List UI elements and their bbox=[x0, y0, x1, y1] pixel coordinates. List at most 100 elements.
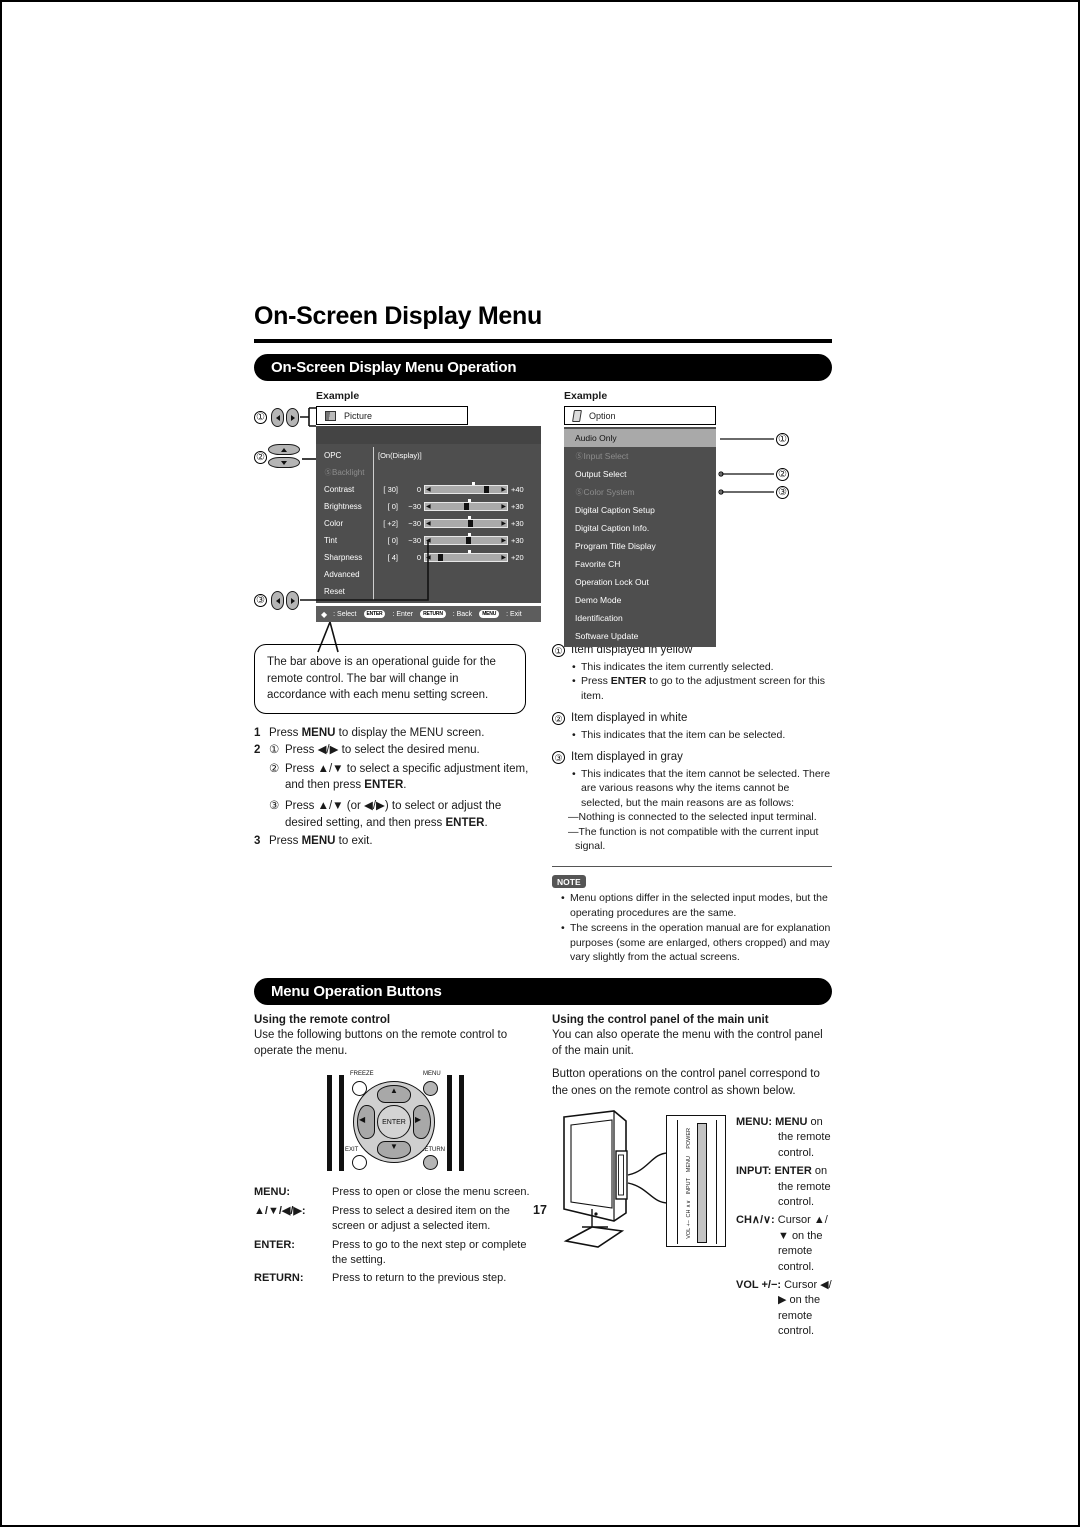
menu-item-brightness[interactable]: Brightness bbox=[324, 498, 373, 515]
option-icon bbox=[572, 409, 582, 422]
title-divider bbox=[254, 339, 832, 343]
enter-bold: ENTER bbox=[610, 675, 647, 688]
menu-item-contrast[interactable]: Contrast bbox=[324, 481, 373, 498]
contrast-thumb[interactable] bbox=[484, 486, 490, 493]
def-return-key: RETURN: bbox=[254, 1272, 304, 1285]
slider-right-arrow-icon: ▶ bbox=[501, 537, 506, 544]
note-badge: NOTE bbox=[552, 875, 586, 889]
left-right-key-art-1 bbox=[271, 408, 299, 427]
option-item-input-select: ⓈInput Select bbox=[564, 447, 716, 465]
callout-marker-2: ② bbox=[254, 451, 267, 464]
explanation-3-marker: ③ bbox=[552, 751, 565, 765]
option-menu-list: Audio Only ⓈInput Select Output Select Ⓢ… bbox=[564, 427, 716, 647]
tint-thumb[interactable] bbox=[466, 537, 471, 544]
slider-left-arrow-icon: ◀ bbox=[426, 503, 431, 510]
option-item-demo-mode[interactable]: Demo Mode bbox=[564, 591, 716, 609]
control-panel-heading: Using the control panel of the main unit bbox=[552, 1013, 769, 1026]
right-column: Example Option Audio Only ⓈInput Select … bbox=[552, 390, 832, 966]
step-1-number: 1 bbox=[254, 727, 261, 740]
panel-def-vol-key: VOL +/−: bbox=[736, 1279, 782, 1291]
panel-button-rail[interactable] bbox=[697, 1123, 707, 1244]
option-item-program-title-display[interactable]: Program Title Display bbox=[564, 537, 716, 555]
contrast-slider[interactable]: ◀ ▶ bbox=[424, 482, 508, 494]
option-item-operation-lock-out[interactable]: Operation Lock Out bbox=[564, 573, 716, 591]
left-column: Example ① Picture ② OPC ⓈBacklight Contr… bbox=[254, 390, 541, 966]
step-3: 3 Press MENU to exit. bbox=[254, 833, 534, 849]
option-item-color-system: ⓈColor System bbox=[564, 483, 716, 501]
panel-def-vol: VOL +/−: Cursor ◀/▶ on the remote contro… bbox=[736, 1278, 834, 1340]
option-item-audio-only[interactable]: Audio Only bbox=[564, 429, 716, 447]
slider-row-brightness[interactable]: [ 0] −30 ◀ ▶ +30 bbox=[378, 498, 538, 515]
slider-row-color[interactable]: [ +2] −30 ◀ ▶ +30 bbox=[378, 515, 538, 532]
note-items: Menu options differ in the selected inpu… bbox=[561, 891, 832, 964]
step-2-sub-2-text: Press ▲/▼ to select a specific adjustmen… bbox=[285, 762, 529, 791]
operation-guide-bar: ◆ : Select ENTER : Enter RETURN : Back M… bbox=[316, 606, 541, 622]
slider-row-contrast[interactable]: [ 30] 0 ◀ ▶ +40 bbox=[378, 481, 538, 498]
panel-line-right bbox=[716, 1120, 718, 1245]
explanation-2-title: Item displayed in white bbox=[571, 712, 688, 725]
color-min: −30 bbox=[408, 519, 421, 528]
panel-def-ch: CH∧/∨: Cursor ▲/▼ on the remote control. bbox=[736, 1213, 834, 1275]
remote-control-diagram: FREEZE MENU EXIT RETURN ▲ ▼ ◀ ▶ ENTER bbox=[319, 1069, 469, 1177]
four-way-cursor-icon: ◆ bbox=[321, 609, 327, 619]
menu-item-color[interactable]: Color bbox=[324, 515, 373, 532]
option-item-identification[interactable]: Identification bbox=[564, 609, 716, 627]
brightness-slider[interactable]: ◀ ▶ bbox=[424, 499, 508, 511]
brightness-max: +30 bbox=[511, 502, 524, 511]
example-label-right: Example bbox=[564, 390, 608, 402]
option-item-digital-caption-info[interactable]: Digital Caption Info. bbox=[564, 519, 716, 537]
step-3-text: Press MENU to exit. bbox=[269, 834, 373, 847]
panel-label-vol: VOL +− bbox=[686, 1220, 692, 1239]
remote-button-definitions: MENU: Press to open or close the menu sc… bbox=[254, 1185, 534, 1286]
operational-guide-callout: The bar above is an operational guide fo… bbox=[254, 644, 526, 715]
section-banner-osd-operation: On-Screen Display Menu Operation bbox=[254, 354, 832, 381]
def-menu-key: MENU: bbox=[254, 1186, 291, 1199]
guide-select-label: : Select bbox=[333, 610, 357, 618]
option-item-favorite-ch[interactable]: Favorite CH bbox=[564, 555, 716, 573]
picture-icon bbox=[325, 410, 336, 421]
brightness-thumb[interactable] bbox=[464, 503, 470, 510]
panel-def-input-key: INPUT: ENTER bbox=[736, 1165, 812, 1178]
step-2-sub-1: ① Press ◀/▶ to select the desired menu. bbox=[269, 742, 534, 758]
option-tab[interactable]: Option bbox=[564, 406, 716, 425]
step-2-sub-3: ③ Press ▲/▼ (or ◀/▶) to select or adjust… bbox=[269, 798, 534, 831]
explanation-2-marker: ② bbox=[552, 712, 565, 726]
menu-item-opc[interactable]: OPC bbox=[324, 447, 373, 464]
explanation-1-bullet-1: This indicates the item currently select… bbox=[572, 660, 832, 675]
picture-tab[interactable]: Picture bbox=[316, 406, 468, 425]
remote-edge-left-outer bbox=[327, 1075, 332, 1172]
left-arrow-key-icon bbox=[271, 408, 284, 427]
two-column-layout: Example ① Picture ② OPC ⓈBacklight Contr… bbox=[254, 390, 832, 966]
step-2: 2 ① Press ◀/▶ to select the desired menu… bbox=[254, 742, 534, 831]
section2-columns: Using the remote control Use the followi… bbox=[254, 1013, 834, 1337]
def-return: RETURN: Press to return to the previous … bbox=[254, 1271, 534, 1286]
guide-enter-label: : Enter bbox=[392, 610, 414, 618]
def-enter: ENTER: Press to go to the next step or c… bbox=[254, 1238, 534, 1269]
picture-tab-label: Picture bbox=[344, 410, 373, 421]
color-thumb[interactable] bbox=[468, 520, 474, 527]
explanation-1-bullet-2: Press ENTER to go to the adjustment scre… bbox=[572, 674, 832, 703]
picture-osd-diagram: ① Picture ② OPC ⓈBacklight Contrast Brig… bbox=[254, 406, 541, 618]
remote-edge-right-outer bbox=[459, 1075, 464, 1172]
def-return-value: Press to return to the previous step. bbox=[332, 1272, 507, 1285]
option-item-software-update[interactable]: Software Update bbox=[564, 627, 716, 645]
explanation-2-bullet-1: This indicates that the item can be sele… bbox=[572, 728, 832, 743]
return-key-pill: RETURN bbox=[420, 610, 446, 618]
color-max: +30 bbox=[511, 519, 524, 528]
tint-max: +30 bbox=[511, 536, 524, 545]
option-item-output-select[interactable]: Output Select bbox=[564, 465, 716, 483]
def-enter-key: ENTER: bbox=[254, 1238, 295, 1251]
explanation-3-dash-2: —The function is not compatible with the… bbox=[568, 825, 819, 853]
color-slider[interactable]: ◀ ▶ bbox=[424, 516, 508, 528]
page-number: 17 bbox=[533, 1203, 547, 1217]
step-2-sub-3-text: Press ▲/▼ (or ◀/▶) to select or adjust t… bbox=[285, 800, 502, 829]
slider-right-arrow-icon: ▶ bbox=[501, 486, 506, 493]
brightness-min: −30 bbox=[408, 502, 421, 511]
down-arrow-key-icon bbox=[268, 457, 300, 468]
remote-edge-left-inner bbox=[339, 1075, 344, 1172]
option-item-digital-caption-setup[interactable]: Digital Caption Setup bbox=[564, 501, 716, 519]
example-label-left: Example bbox=[316, 390, 360, 402]
explanation-3-bullets: This indicates that the item cannot be s… bbox=[572, 767, 832, 810]
remote-edge-right-inner bbox=[447, 1075, 452, 1172]
slider-right-arrow-icon: ▶ bbox=[501, 503, 506, 510]
